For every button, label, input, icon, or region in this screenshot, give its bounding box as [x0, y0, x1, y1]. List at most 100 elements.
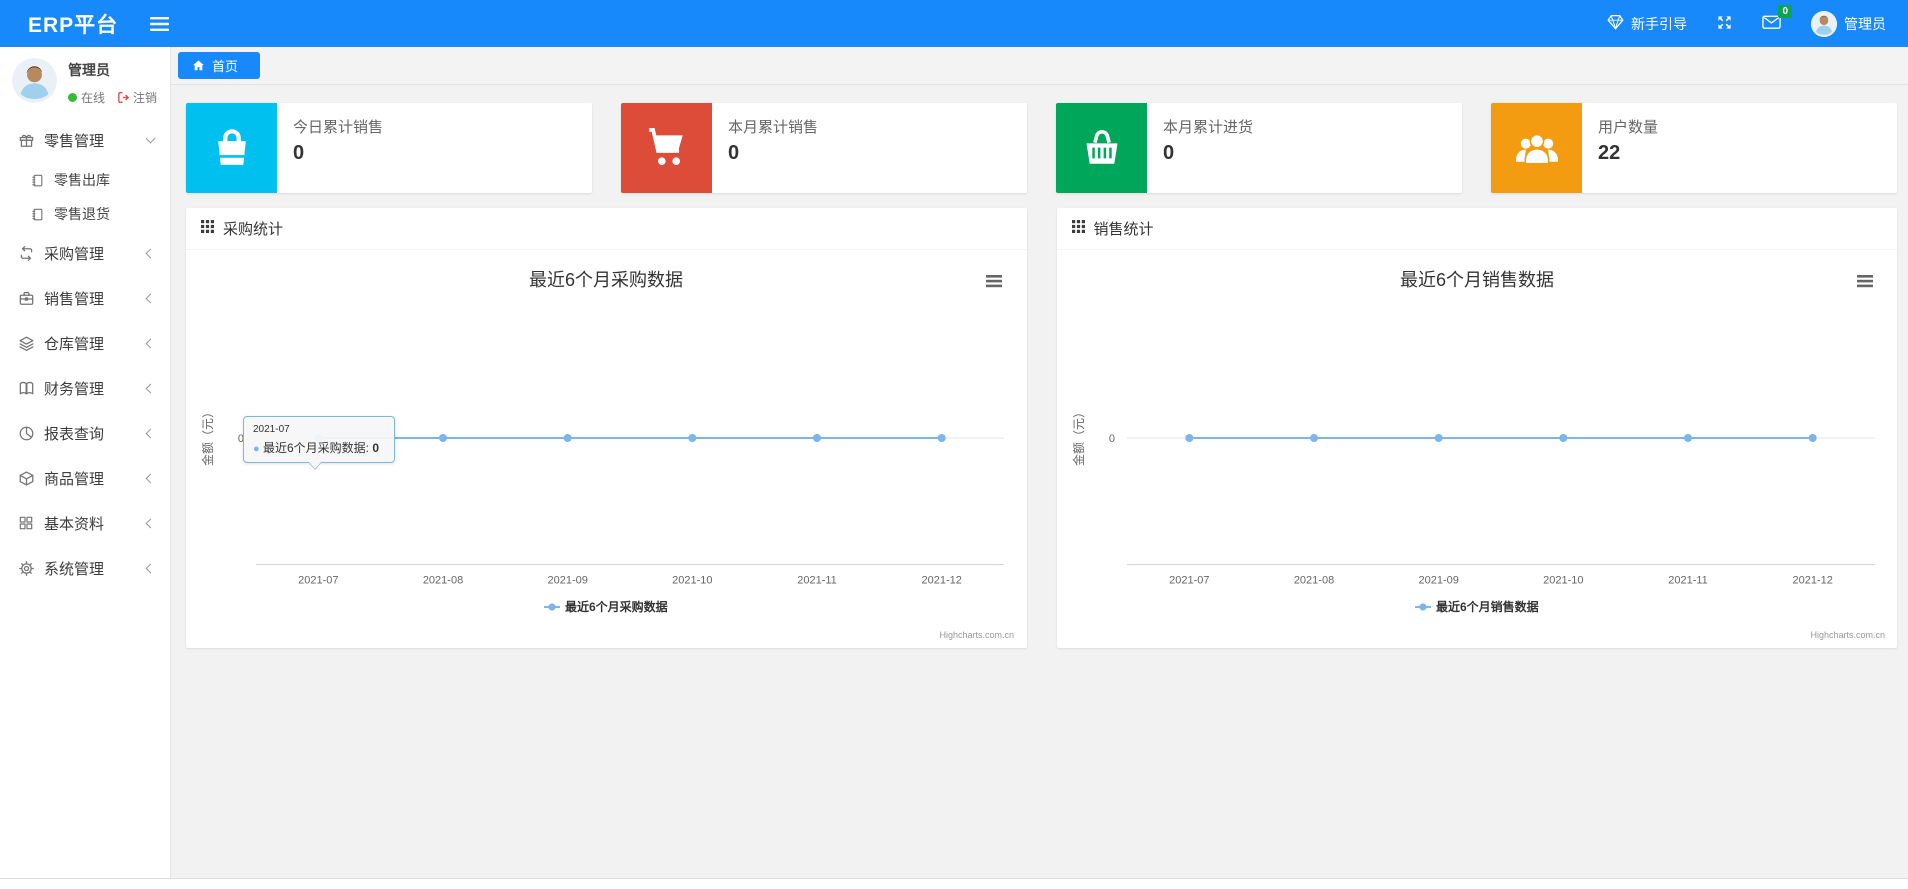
data-point[interactable] — [688, 434, 697, 442]
shopping-bag-icon — [186, 103, 277, 193]
gift-icon — [18, 132, 35, 149]
sidebar-item-report[interactable]: 报表查询 — [0, 411, 170, 456]
logout-button[interactable]: 注销 — [117, 89, 157, 106]
y-axis-tick: 0 — [1108, 433, 1114, 445]
tooltip-category: 2021-07 — [253, 424, 290, 435]
panel-title: 采购统计 — [223, 221, 284, 238]
tooltip-series-label: 最近6个月采购数据: — [263, 441, 373, 455]
fullscreen-expand-icon — [1717, 15, 1732, 33]
cart-icon — [621, 103, 712, 193]
chevron-left-icon — [145, 428, 156, 439]
sidebar-subitem-retail-return[interactable]: 零售退货 — [0, 197, 170, 231]
dashboard-content: 今日累计销售 0 本月累计销售 0 本月累计进货 0 用户数量 22 采购统计 最近6个月采购数… — [171, 85, 1908, 878]
stat-card-month-purchase: 本月累计进货 0 — [1056, 103, 1462, 193]
stat-card-value: 0 — [728, 142, 740, 164]
panel-title: 销售统计 — [1093, 221, 1154, 238]
gear-icon — [18, 560, 35, 577]
data-point[interactable] — [937, 434, 946, 442]
data-point[interactable] — [563, 434, 572, 442]
legend-item[interactable]: 最近6个月采购数据 — [544, 599, 668, 614]
sidebar-item-label: 商品管理 — [44, 471, 105, 488]
chevron-left-icon — [145, 518, 156, 529]
legend-label: 最近6个月销售数据 — [1436, 599, 1539, 614]
stat-card-value: 22 — [1598, 142, 1621, 164]
sidebar-item-label: 基本资料 — [44, 516, 105, 533]
chevron-left-icon — [145, 248, 156, 259]
chart-export-menu-icon[interactable] — [986, 275, 1002, 288]
stat-card-label: 用户数量 — [1598, 119, 1659, 136]
online-status-label: 在线 — [81, 91, 106, 105]
repeat-icon — [18, 245, 35, 262]
x-axis-label: 2021-12 — [921, 575, 961, 587]
sidebar-item-goods[interactable]: 商品管理 — [0, 456, 170, 501]
stat-card-label: 本月累计销售 — [728, 119, 819, 136]
data-point[interactable] — [1184, 434, 1193, 442]
stat-card-month-sales: 本月累计销售 0 — [621, 103, 1027, 193]
sidebar-item-purchase[interactable]: 采购管理 — [0, 231, 170, 276]
stat-card-today-sales: 今日累计销售 0 — [186, 103, 592, 193]
chevron-left-icon — [145, 338, 156, 349]
stat-card-value: 0 — [1163, 142, 1175, 164]
chart-credits[interactable]: Highcharts.com.cn — [1810, 630, 1885, 640]
sidebar-item-label: 财务管理 — [44, 381, 105, 398]
x-axis-label: 2021-09 — [547, 575, 587, 587]
chart-export-menu-icon[interactable] — [1856, 275, 1873, 288]
app-logo: ERP平台 — [28, 13, 119, 37]
journal-icon — [30, 173, 45, 188]
sidebar-subitem-label: 零售退货 — [54, 206, 110, 222]
data-point[interactable] — [813, 434, 821, 442]
legend-item[interactable]: 最近6个月销售数据 — [1414, 599, 1539, 614]
sidebar-item-retail[interactable]: 零售管理 — [0, 118, 170, 163]
th-grid-icon — [1071, 220, 1085, 237]
data-point[interactable] — [439, 434, 447, 442]
sidebar-item-system[interactable]: 系统管理 — [0, 546, 170, 591]
purchase-stats-panel: 采购统计 最近6个月采购数据 金额（元） 0 2021-07 2021-08 2021-09… — [186, 208, 1027, 648]
x-axis-label: 2021-10 — [672, 575, 712, 587]
sidebar-toggle-icon[interactable] — [150, 16, 170, 32]
online-status-dot — [68, 93, 77, 102]
newbie-guide-button[interactable]: 新手引导 — [1607, 14, 1687, 34]
basket-icon — [1056, 103, 1147, 193]
sidebar-user-block: 管理员 在线 注销 — [0, 47, 170, 114]
stat-cards-row: 今日累计销售 0 本月累计销售 0 本月累计进货 0 用户数量 22 — [186, 103, 1897, 193]
tab-home[interactable]: 首页 — [178, 52, 261, 79]
sidebar-item-basic[interactable]: 基本资料 — [0, 501, 170, 546]
data-point[interactable] — [1434, 434, 1443, 442]
message-count-badge: 0 — [1778, 5, 1792, 18]
data-point[interactable] — [1558, 434, 1567, 442]
sidebar-item-label: 零售管理 — [44, 133, 105, 150]
avatar — [12, 58, 57, 103]
sidebar-item-finance[interactable]: 财务管理 — [0, 366, 170, 411]
sidebar-subitem-retail-outbound[interactable]: 零售出库 — [0, 163, 170, 197]
legend-label: 最近6个月采购数据 — [565, 599, 668, 614]
chevron-left-icon — [145, 563, 156, 574]
chart-title: 最近6个月采购数据 — [529, 270, 683, 290]
chart-title: 最近6个月销售数据 — [1399, 270, 1553, 290]
data-point[interactable] — [1808, 434, 1817, 442]
user-menu[interactable]: 管理员 — [1811, 10, 1886, 37]
footer — [0, 878, 1908, 889]
book-icon — [18, 380, 35, 397]
chart-panels-row: 采购统计 最近6个月采购数据 金额（元） 0 2021-07 2021-08 2021-09… — [186, 208, 1897, 648]
sidebar-item-warehouse[interactable]: 仓库管理 — [0, 321, 170, 366]
x-axis-label: 2021-11 — [1668, 575, 1708, 587]
chevron-left-icon — [145, 473, 156, 484]
x-axis-label: 2021-11 — [797, 575, 837, 587]
chart-credits[interactable]: Highcharts.com.cn — [939, 630, 1014, 640]
data-point[interactable] — [1683, 434, 1692, 442]
sidebar-subitem-label: 零售出库 — [54, 172, 110, 188]
newbie-guide-label: 新手引导 — [1631, 15, 1687, 32]
grid-icon — [18, 515, 35, 532]
data-point[interactable] — [1309, 434, 1318, 442]
fullscreen-button[interactable] — [1717, 15, 1732, 33]
highcharts-chart[interactable]: 最近6个月销售数据金额（元） 02021-07 2021-08 2021-09 2021… — [1057, 250, 1897, 648]
stat-card-user-count: 用户数量 22 — [1491, 103, 1897, 193]
gem-icon — [1607, 14, 1624, 33]
x-axis-label: 2021-07 — [298, 575, 338, 587]
sign-out-icon — [118, 91, 130, 104]
sidebar-item-label: 报表查询 — [44, 426, 105, 443]
sidebar-item-sales[interactable]: 销售管理 — [0, 276, 170, 321]
journal-icon — [30, 207, 45, 222]
messages-button[interactable]: 0 — [1762, 5, 1792, 33]
th-grid-icon — [201, 220, 214, 237]
